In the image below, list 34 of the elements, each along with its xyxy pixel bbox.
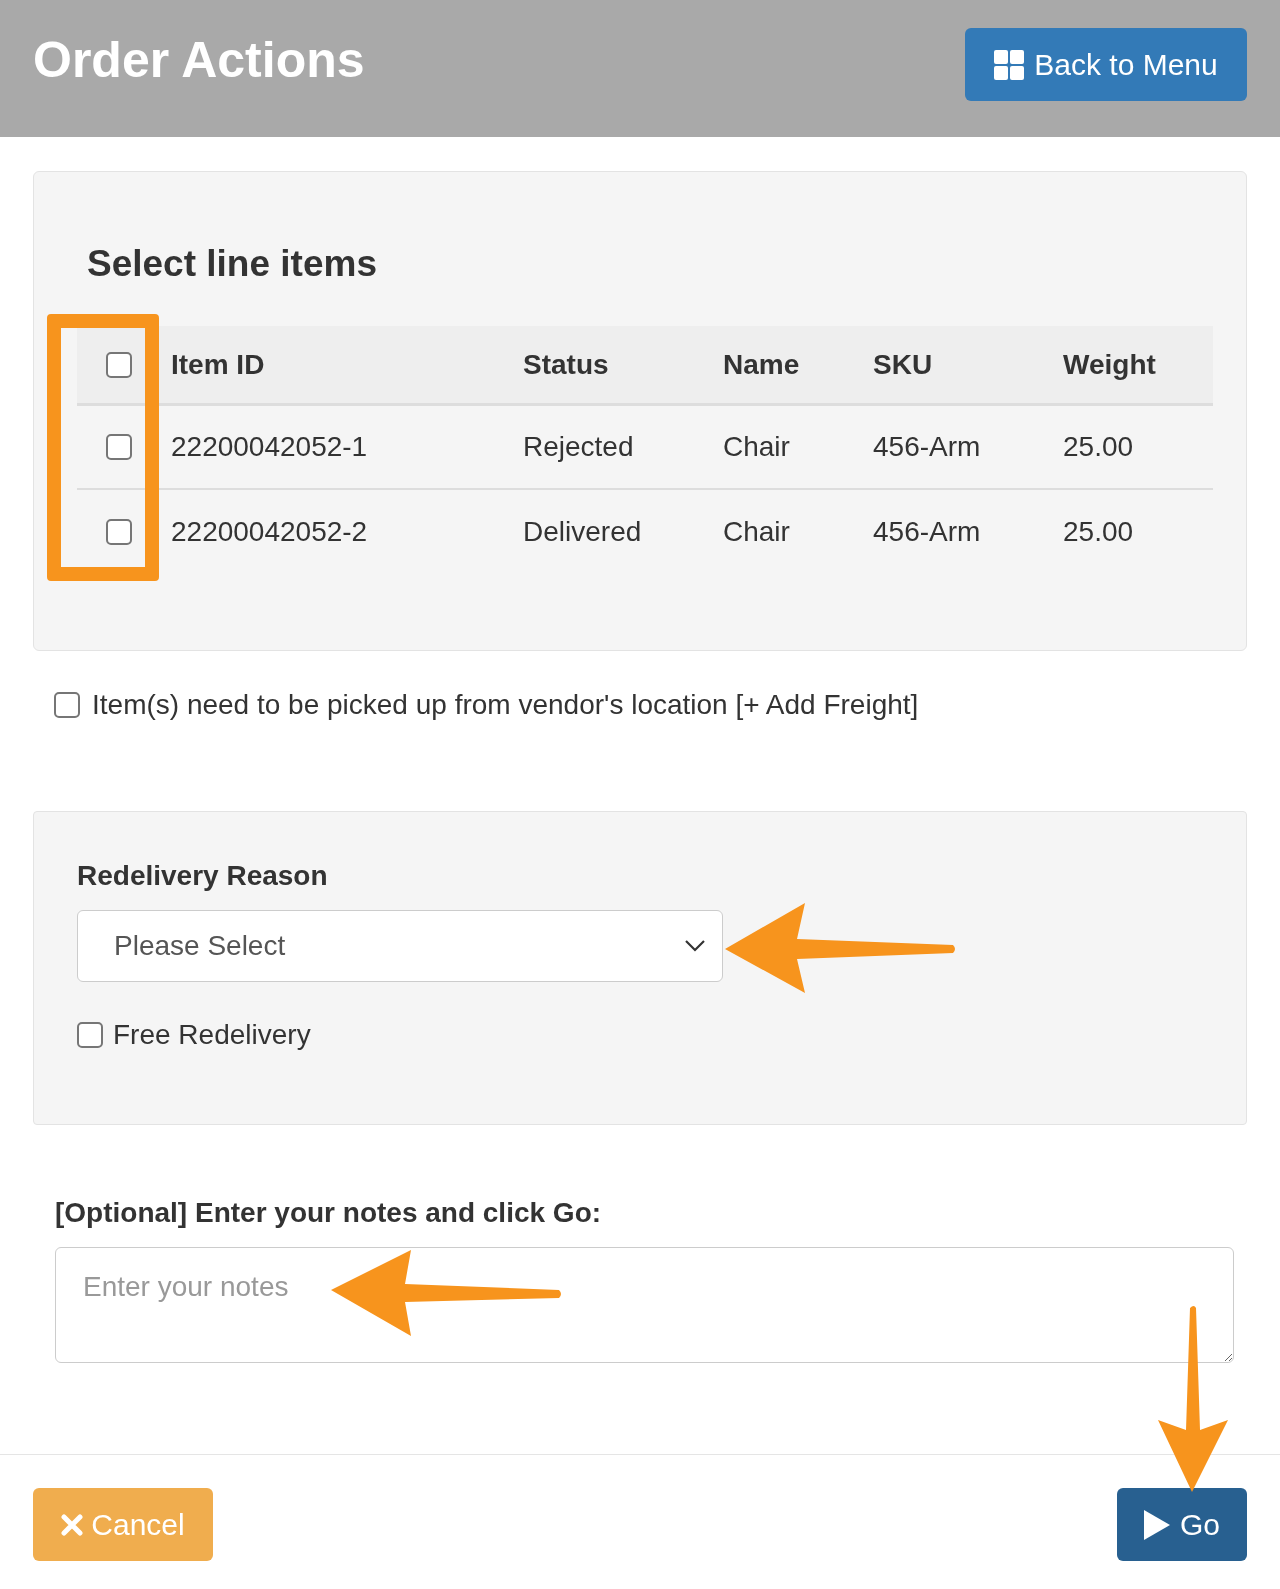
table-cell-text: Delivered [522, 515, 643, 549]
checkbox[interactable] [106, 434, 132, 460]
field-label: Redelivery Reason [77, 859, 329, 893]
close-icon [61, 1513, 84, 1536]
table-cell-text: Chair [722, 515, 791, 549]
reason-select[interactable]: Please Select [77, 910, 723, 982]
notes-field[interactable]: Enter your notes [55, 1247, 1234, 1363]
column-header: SKU [872, 347, 934, 382]
page-title: Order Actions [33, 31, 365, 90]
go-button[interactable]: Go [1117, 1488, 1247, 1561]
checkbox[interactable] [54, 692, 80, 718]
table-cell-text: 22200042052-1 [170, 430, 369, 464]
column-header: Status [522, 347, 610, 382]
table-cell-text: 456-Arm [872, 430, 982, 464]
table-cell-text: Chair [722, 430, 791, 464]
free-redelivery-label: Free Redelivery [113, 1018, 311, 1052]
column-header: Name [722, 347, 801, 382]
checkbox[interactable] [77, 1022, 103, 1048]
section-heading: Select line items [87, 242, 378, 286]
table-cell-text: Rejected [522, 430, 635, 464]
grid-icon [994, 49, 1025, 80]
notes-label: [Optional] Enter your notes and click Go: [55, 1196, 603, 1230]
play-icon [1144, 1509, 1170, 1540]
table-cell-text: 25.00 [1062, 430, 1135, 464]
checkbox[interactable] [106, 351, 132, 378]
table-cell-text: 22200042052-2 [170, 515, 369, 549]
back-to-menu-button[interactable]: Back to Menu [965, 28, 1247, 101]
checkbox[interactable] [106, 519, 132, 545]
chevron-down-icon [684, 939, 706, 953]
table-cell-text: 25.00 [1062, 515, 1135, 549]
table-cell-text: 456-Arm [872, 515, 982, 549]
pickup-label: Item(s) need to be picked up from vendor's location [+ Add Freight] [92, 688, 919, 722]
column-header: Weight [1062, 347, 1157, 382]
column-header: Item ID [170, 347, 266, 382]
